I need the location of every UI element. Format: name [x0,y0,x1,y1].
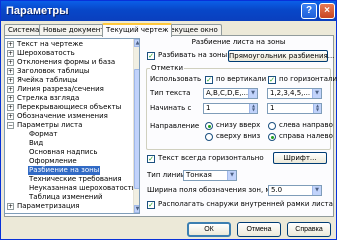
field-width-select[interactable]: 5.0 ▼ [268,185,322,196]
expand-icon[interactable]: + [7,50,14,57]
title-bar[interactable]: Параметры ? × [1,1,336,21]
expand-icon[interactable]: + [7,95,14,102]
tree-item[interactable]: Текст на чертеже [17,40,83,49]
expand-icon[interactable]: + [7,77,14,84]
text-horizontal-checkbox[interactable]: ✓ [147,155,155,163]
text-horizontal-label: Текст всегда горизонтально [158,154,264,162]
vertical-label: по вертикали [216,75,267,83]
horizontal-label: по горизонтали [279,75,337,83]
scroll-down-icon[interactable]: ▼ [134,205,139,213]
tree-item[interactable]: Вид [29,139,43,148]
expand-icon[interactable]: + [7,86,14,93]
close-button[interactable]: × [319,3,335,19]
chevron-down-icon: ▼ [227,171,236,180]
tree-item[interactable]: Обозначение изменения [17,112,108,121]
use-label: Использовать [150,75,202,83]
expand-icon[interactable]: + [7,68,14,75]
ok-button[interactable]: ОК [187,222,231,237]
right-left-label: справа налево [279,132,333,140]
tree-item-selected[interactable]: Разбиение на зоны [28,166,101,175]
marks-group-label: Отметки [150,64,185,72]
text-type-vertical-select[interactable]: A,B,C,D,E,... ▼ [203,88,258,99]
options-dialog: Параметры ? × Система Новые документы Те… [0,0,337,240]
tree-item[interactable]: Ячейка таблицы [17,76,78,85]
text-type-label: Тип текста [150,89,191,97]
settings-tree[interactable]: + Текст на чертеже + Шероховатость + Отклон… [4,38,140,214]
section-header: Разбиение листа на зоны [191,38,286,46]
zone-settings-panel: Разбиение листа на зоны ✓ Разбивать на з… [144,38,337,216]
left-right-label: слева направо [279,121,333,129]
chevron-down-icon: ▼ [248,89,257,98]
tree-item[interactable]: Таблица изменений [29,193,103,202]
tree-item[interactable]: Параметризация [17,202,79,211]
expand-icon[interactable]: + [7,41,14,48]
font-button[interactable]: Шрифт... [273,152,327,164]
scroll-thumb[interactable] [134,69,139,189]
scroll-up-icon[interactable]: ▲ [134,39,139,47]
expand-icon[interactable]: + [7,104,14,111]
tree-item[interactable]: Шероховатость [17,49,75,58]
tree-item[interactable]: Параметры листа [17,121,82,130]
split-rectangle-button[interactable]: Прямоугольник разбиения... [228,50,334,62]
tree-item[interactable]: Формат [29,130,57,139]
expand-icon[interactable]: + [7,203,14,210]
line-type-select[interactable]: Тонкая ▼ [183,170,237,181]
tree-item[interactable]: Технические требования [29,175,122,184]
cancel-button[interactable]: Отмена [237,222,281,237]
tree-item[interactable]: Заголовок таблицы [17,67,89,76]
tree-item[interactable]: Оформление [29,157,77,166]
outside-frame-checkbox[interactable]: ✓ [147,201,155,209]
split-zones-checkbox[interactable]: ✓ [147,52,155,60]
start-with-label: Начинать с [150,104,192,112]
field-width-label: Ширина поля обозначения зон, мм [147,186,276,194]
tree-item[interactable]: Отклонения формы и база [17,58,115,67]
expand-icon[interactable]: + [7,113,14,120]
help-title-button[interactable]: ? [301,3,317,19]
bottom-up-label: снизу вверх [216,121,261,129]
spin-arrows-icon[interactable]: ▲ ▼ [249,104,257,113]
top-down-label: сверху вниз [216,132,261,140]
help-button[interactable]: Справка [287,222,331,237]
top-down-radio[interactable] [205,133,213,141]
bottom-up-radio[interactable] [205,122,213,130]
tree-item[interactable]: Перекрывающиеся объекты [17,103,121,112]
outside-frame-label: Располагать снаружи внутренней рамки лис… [158,200,333,208]
split-zones-label: Разбивать на зоны [158,51,228,59]
spin-arrows-icon[interactable]: ▲ ▼ [313,104,321,113]
tree-item[interactable]: Неуказанная шероховатость [29,184,136,193]
text-type-horizontal-select[interactable]: 1,2,3,4,5,... ▼ [267,88,322,99]
right-left-radio[interactable] [268,133,276,141]
line-type-label: Тип линии [147,171,186,179]
tree-item[interactable]: Линия разреза/сечения [17,85,104,94]
tab-current-drawing[interactable]: Текущий чертеж [102,23,173,37]
horizontal-checkbox[interactable]: ✓ [268,76,276,84]
tree-item[interactable]: Основная надпись [29,148,97,157]
start-horizontal-stepper[interactable]: 1 ▲ ▼ [267,103,322,114]
chevron-down-icon: ▼ [312,186,321,195]
window-title: Параметры [6,5,69,17]
tree-item[interactable]: Стрелка взгляда [17,94,79,103]
left-right-radio[interactable] [268,122,276,130]
expand-icon[interactable]: + [7,59,14,66]
collapse-icon[interactable]: − [7,122,14,129]
tree-scrollbar[interactable]: ▲ ▼ [133,39,139,213]
vertical-checkbox[interactable]: ✓ [205,76,213,84]
start-vertical-stepper[interactable]: 1 ▲ ▼ [203,103,258,114]
direction-label: Направление [150,122,200,130]
chevron-down-icon: ▼ [312,89,321,98]
